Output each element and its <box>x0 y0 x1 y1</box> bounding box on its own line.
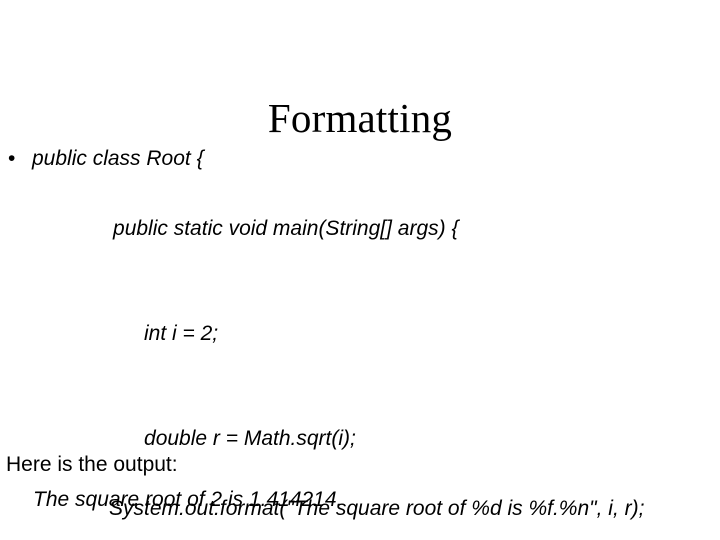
slide: Formatting • public class Root { public s… <box>0 0 720 540</box>
code-line-text: public static void main(String[] args) { <box>113 217 459 240</box>
code-line: int i = 2; <box>0 281 720 386</box>
output-heading: Here is the output: <box>6 453 178 476</box>
bullet-icon: • <box>8 147 16 170</box>
code-line-text: public class Root { <box>32 147 204 170</box>
code-line: • public class Root { <box>0 141 720 176</box>
output-section: Here is the output: The square root of 2… <box>0 447 720 517</box>
code-line-text: int i = 2; <box>144 322 219 345</box>
output-value: The square root of 2 is 1.414214. <box>33 488 343 511</box>
code-line: } <box>0 526 720 540</box>
page-title: Formatting <box>267 95 453 142</box>
code-line: public static void main(String[] args) { <box>0 176 720 281</box>
